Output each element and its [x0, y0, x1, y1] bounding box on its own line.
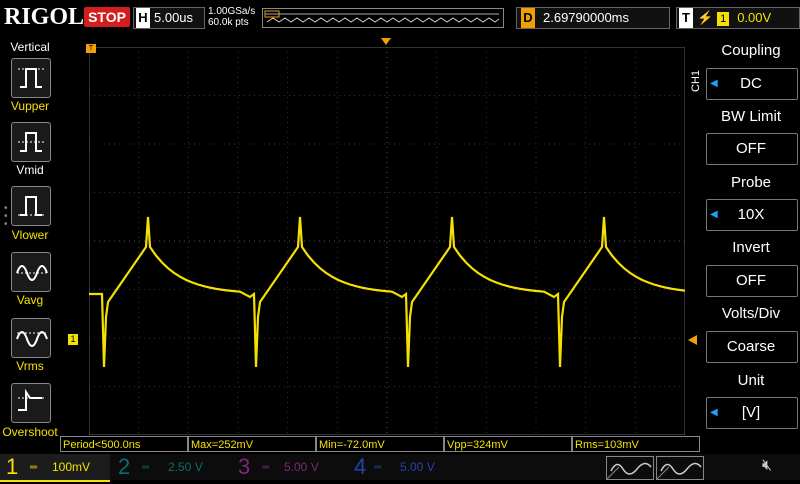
- vupper-button[interactable]: [11, 58, 51, 98]
- vmid-icon: [18, 132, 44, 152]
- unit-title: Unit: [737, 372, 765, 389]
- vlower-icon: [18, 196, 44, 216]
- left-panel-handle-icon[interactable]: • • •: [4, 204, 8, 230]
- timebase-box[interactable]: H 5.00us: [133, 7, 205, 29]
- grid-border: [89, 47, 685, 435]
- top-status-bar: RIGOL STOP H 5.00us 1.00GSa/s 60.0k pts D…: [0, 0, 800, 36]
- run-stop-status[interactable]: STOP: [84, 7, 130, 27]
- ref-channel-button[interactable]: [656, 456, 704, 480]
- trigger-source: 1: [717, 12, 730, 26]
- unit-value: [V]: [741, 404, 761, 421]
- memory-overview[interactable]: [262, 8, 504, 28]
- ch3-coupling-icon: ═: [262, 462, 270, 473]
- delay-label: D: [521, 8, 535, 28]
- invert-title: Invert: [732, 239, 770, 256]
- trigger-position-marker[interactable]: T: [86, 44, 96, 53]
- ch4-coupling-icon: ═: [374, 462, 382, 473]
- vavg-icon: [16, 265, 48, 281]
- channel-tab: CH1: [690, 69, 702, 92]
- ch4-scale: 5.00 V: [400, 460, 435, 474]
- waveform-display[interactable]: [89, 47, 685, 435]
- acquisition-info: 1.00GSa/s 60.0k pts: [208, 6, 255, 28]
- timebase-value: 5.00us: [154, 10, 194, 25]
- vupper-label: Vupper: [10, 99, 50, 113]
- trigger-level: 0.00V: [737, 10, 772, 25]
- math-wave-icon: [606, 462, 652, 480]
- ch1-scale: 100mV: [52, 460, 91, 474]
- vrms-button[interactable]: [11, 318, 51, 358]
- trigger-label: T: [679, 8, 693, 28]
- vlower-label: Vlower: [11, 228, 49, 242]
- overshoot-button[interactable]: [11, 383, 51, 423]
- vavg-label: Vavg: [16, 293, 44, 307]
- trigger-box[interactable]: T ⚡ 1 0.00V: [676, 7, 800, 29]
- vmid-button[interactable]: [11, 122, 51, 162]
- volts-div-title: Volts/Div: [721, 305, 781, 322]
- ch3-scale: 5.00 V: [284, 460, 319, 474]
- channel-bar: 1 ═ 100mV 2 ═ 2.50 V 3 ═ 5.00 V 4 ═ 5.00…: [0, 454, 800, 482]
- coupling-title: Coupling: [721, 42, 781, 59]
- ch4-number: 4: [354, 454, 367, 479]
- ch3-number: 3: [238, 454, 251, 479]
- vavg-button[interactable]: [11, 252, 51, 292]
- measurement-vpp[interactable]: Vpp=324mV: [444, 436, 572, 452]
- rigol-logo: RIGOL: [4, 4, 85, 30]
- ch1-coupling-icon: ═: [30, 462, 38, 473]
- math-channel-button[interactable]: [606, 456, 654, 480]
- probe-value: 10X: [737, 206, 765, 223]
- coupling-value: DC: [740, 75, 762, 92]
- ch1-tab[interactable]: 1 ═ 100mV: [0, 454, 110, 482]
- speaker-mute-icon[interactable]: 🔇︎: [762, 457, 772, 475]
- overshoot-label: Overshoot: [2, 425, 58, 439]
- ch2-tab[interactable]: 2 ═ 2.50 V: [112, 454, 230, 480]
- ref-wave-icon: [656, 462, 702, 480]
- ch2-number: 2: [118, 454, 131, 479]
- measurement-min[interactable]: Min=-72.0mV: [316, 436, 444, 452]
- ch4-tab[interactable]: 4 ═ 5.00 V: [350, 454, 468, 480]
- invert-value: OFF: [736, 272, 766, 289]
- overshoot-icon: [18, 388, 44, 411]
- vrms-label: Vrms: [16, 359, 44, 373]
- vupper-icon: [18, 68, 44, 88]
- measurement-bar: Period<500.0ns Max=252mV Min=-72.0mV Vpp…: [60, 436, 700, 454]
- vrms-icon: [16, 331, 48, 347]
- memory-overview-waveform: [264, 10, 500, 23]
- bw-limit-value: OFF: [736, 140, 766, 157]
- vmid-label: Vmid: [16, 163, 44, 177]
- delay-value: 2.69790000ms: [543, 10, 630, 25]
- ch2-coupling-icon: ═: [142, 462, 150, 473]
- ch2-scale: 2.50 V: [168, 460, 203, 474]
- left-panel-title: Vertical: [10, 40, 50, 54]
- ch3-tab[interactable]: 3 ═ 5.00 V: [232, 454, 350, 480]
- measurement-rms[interactable]: Rms=103mV: [572, 436, 700, 452]
- memory-wave: [266, 17, 500, 23]
- ch1-ground-marker[interactable]: 1: [68, 334, 78, 345]
- measurement-period[interactable]: Period<500.0ns: [60, 436, 188, 452]
- horizontal-trigger-arrow[interactable]: [381, 38, 391, 45]
- vlower-button[interactable]: [11, 186, 51, 226]
- sample-rate: 1.00GSa/s: [208, 6, 256, 17]
- bw-limit-title: BW Limit: [721, 108, 781, 125]
- delay-box[interactable]: D 2.69790000ms: [516, 7, 670, 29]
- measurement-max[interactable]: Max=252mV: [188, 436, 316, 452]
- trigger-level-marker[interactable]: [688, 335, 697, 345]
- ch1-number: 1: [6, 454, 19, 479]
- rising-edge-icon: ⚡: [697, 10, 714, 25]
- horizontal-label: H: [136, 8, 150, 28]
- memory-points: 60.0k pts: [208, 17, 249, 28]
- volts-div-value: Coarse: [726, 338, 776, 355]
- probe-title: Probe: [730, 174, 772, 191]
